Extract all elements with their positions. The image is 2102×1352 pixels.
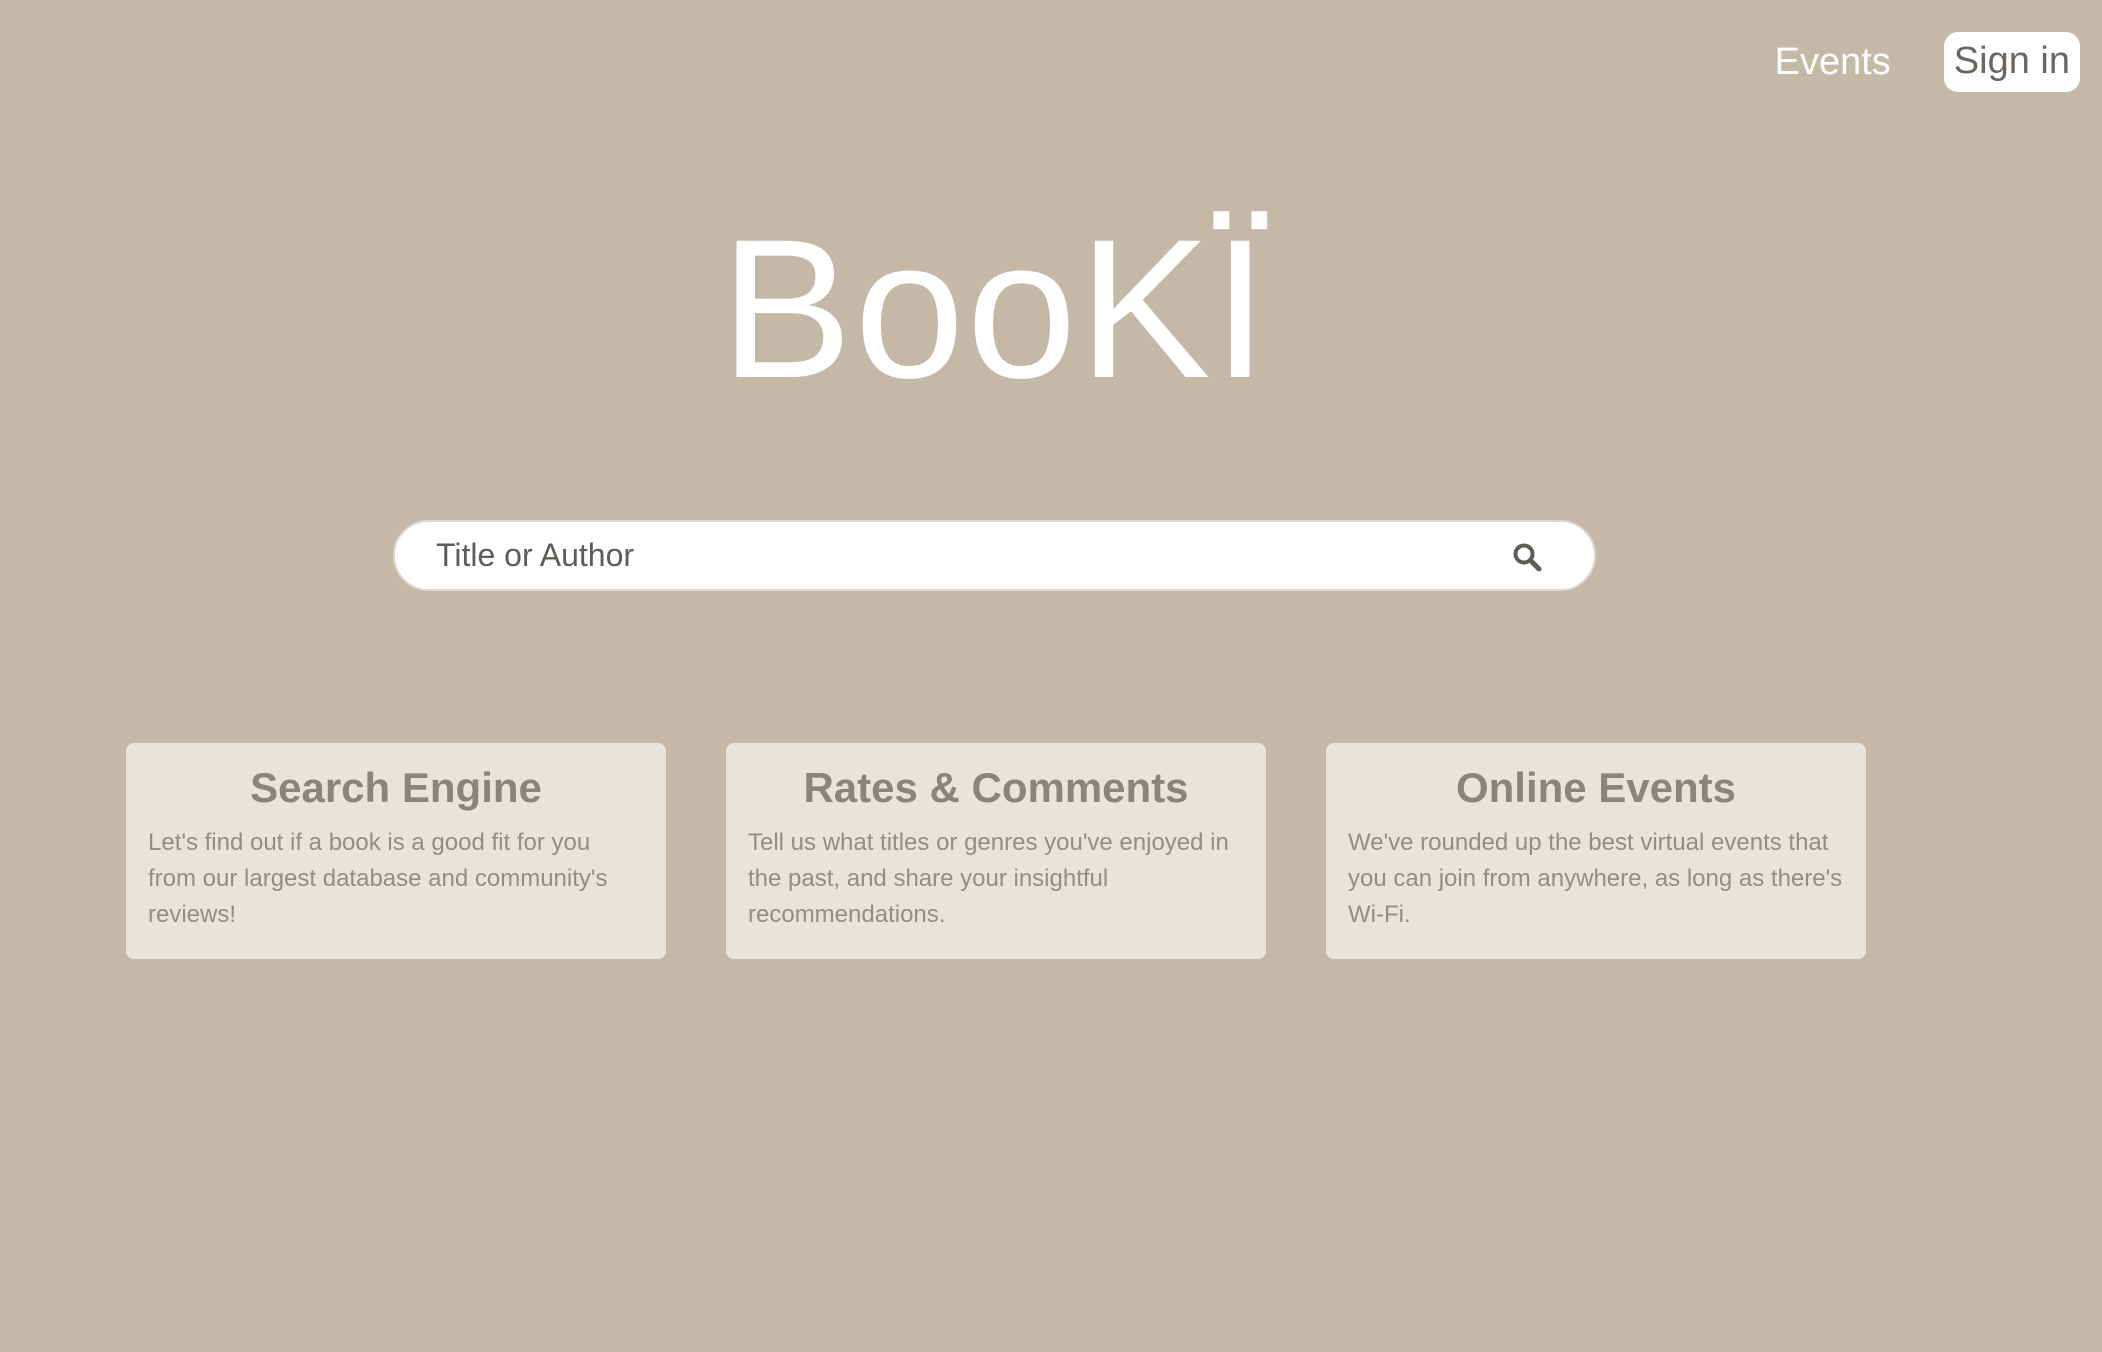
feature-card-online-events: Online Events We've rounded up the best … <box>1326 743 1866 959</box>
search-bar <box>393 520 1596 591</box>
feature-card-text: Tell us what titles or genres you've enj… <box>748 829 1229 928</box>
feature-card-title: Rates & Comments <box>803 764 1189 811</box>
feature-card-title: Search Engine <box>250 764 542 811</box>
site-logo: BooKÏ <box>720 198 1270 419</box>
top-navigation: Events Sign in <box>1775 32 2080 92</box>
search-input[interactable] <box>434 536 1458 575</box>
search-icon[interactable] <box>1512 542 1542 572</box>
sign-in-button[interactable]: Sign in <box>1943 32 2080 92</box>
feature-cards: Search Engine Let's find out if a book i… <box>126 743 1866 959</box>
feature-card-title: Online Events <box>1455 764 1737 811</box>
events-link[interactable]: Events <box>1775 41 1891 84</box>
feature-card-search-engine: Search Engine Let's find out if a book i… <box>126 743 666 959</box>
feature-card-text: Let's find out if a book is a good fit f… <box>148 829 608 928</box>
feature-card-text: We've rounded up the best virtual events… <box>1348 829 1843 928</box>
feature-card-rates-comments: Rates & Comments Tell us what titles or … <box>726 743 1266 959</box>
